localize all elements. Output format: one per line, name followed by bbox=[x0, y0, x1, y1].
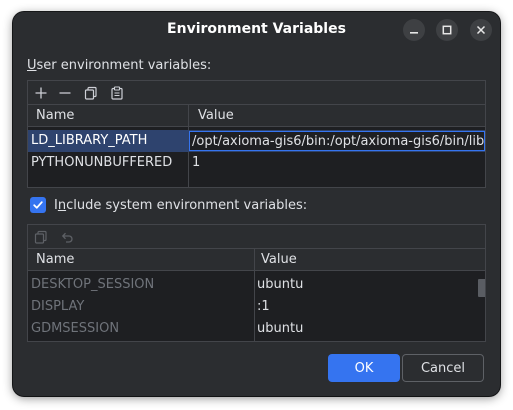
user-vars-toolbar bbox=[27, 80, 486, 104]
user-vars-label: User environment variables: bbox=[27, 58, 212, 73]
column-separator[interactable] bbox=[254, 249, 255, 341]
row-name[interactable]: GDMSESSION bbox=[31, 321, 119, 336]
close-icon bbox=[476, 25, 486, 35]
system-vars-table[interactable]: Name Value DESKTOP_SESSION ubuntu DISPLA… bbox=[27, 248, 486, 342]
maximize-button[interactable] bbox=[436, 19, 458, 41]
plus-icon[interactable] bbox=[32, 84, 50, 102]
row-value[interactable]: :1 bbox=[257, 299, 270, 314]
maximize-icon bbox=[442, 25, 452, 35]
table-header: Name Value bbox=[28, 105, 485, 127]
environment-variables-dialog: Environment Variables User environment v… bbox=[13, 12, 500, 396]
minimize-button[interactable] bbox=[403, 19, 425, 41]
checkmark-icon bbox=[33, 201, 43, 209]
minus-icon[interactable] bbox=[56, 84, 74, 102]
ok-button[interactable]: OK bbox=[328, 354, 400, 382]
minimize-icon bbox=[410, 32, 418, 34]
cancel-button[interactable]: Cancel bbox=[402, 354, 484, 382]
paste-icon[interactable] bbox=[108, 84, 126, 102]
title-bar[interactable]: Environment Variables bbox=[13, 12, 500, 48]
dialog-title: Environment Variables bbox=[167, 21, 346, 37]
row-value[interactable]: 1 bbox=[192, 155, 200, 170]
copy-icon[interactable] bbox=[32, 228, 50, 246]
undo-icon[interactable] bbox=[58, 228, 76, 246]
row-name[interactable]: DISPLAY bbox=[31, 299, 84, 314]
value-edit-field[interactable]: /opt/axioma-gis6/bin:/opt/axioma-gis6/bi… bbox=[189, 131, 485, 151]
system-vars-toolbar bbox=[27, 224, 486, 248]
column-header-value[interactable]: Value bbox=[198, 108, 234, 123]
row-value[interactable]: ubuntu bbox=[257, 321, 303, 336]
include-system-vars-label[interactable]: Include system environment variables: bbox=[54, 198, 307, 213]
row-value[interactable]: ubuntu bbox=[257, 277, 303, 292]
row-name[interactable]: DESKTOP_SESSION bbox=[31, 277, 154, 292]
close-button[interactable] bbox=[470, 19, 492, 41]
scrollbar-thumb[interactable] bbox=[478, 279, 485, 297]
copy-icon[interactable] bbox=[82, 84, 100, 102]
column-header-name[interactable]: Name bbox=[36, 252, 74, 267]
table-header: Name Value bbox=[28, 249, 485, 271]
column-header-value[interactable]: Value bbox=[261, 252, 297, 267]
user-vars-table[interactable]: Name Value LD_LIBRARY_PATH /opt/axioma-g… bbox=[27, 104, 486, 188]
row-name[interactable]: PYTHONUNBUFFERED bbox=[31, 155, 172, 170]
row-name: LD_LIBRARY_PATH bbox=[31, 133, 148, 148]
include-system-vars-checkbox[interactable] bbox=[30, 197, 46, 213]
column-header-name[interactable]: Name bbox=[36, 108, 74, 123]
